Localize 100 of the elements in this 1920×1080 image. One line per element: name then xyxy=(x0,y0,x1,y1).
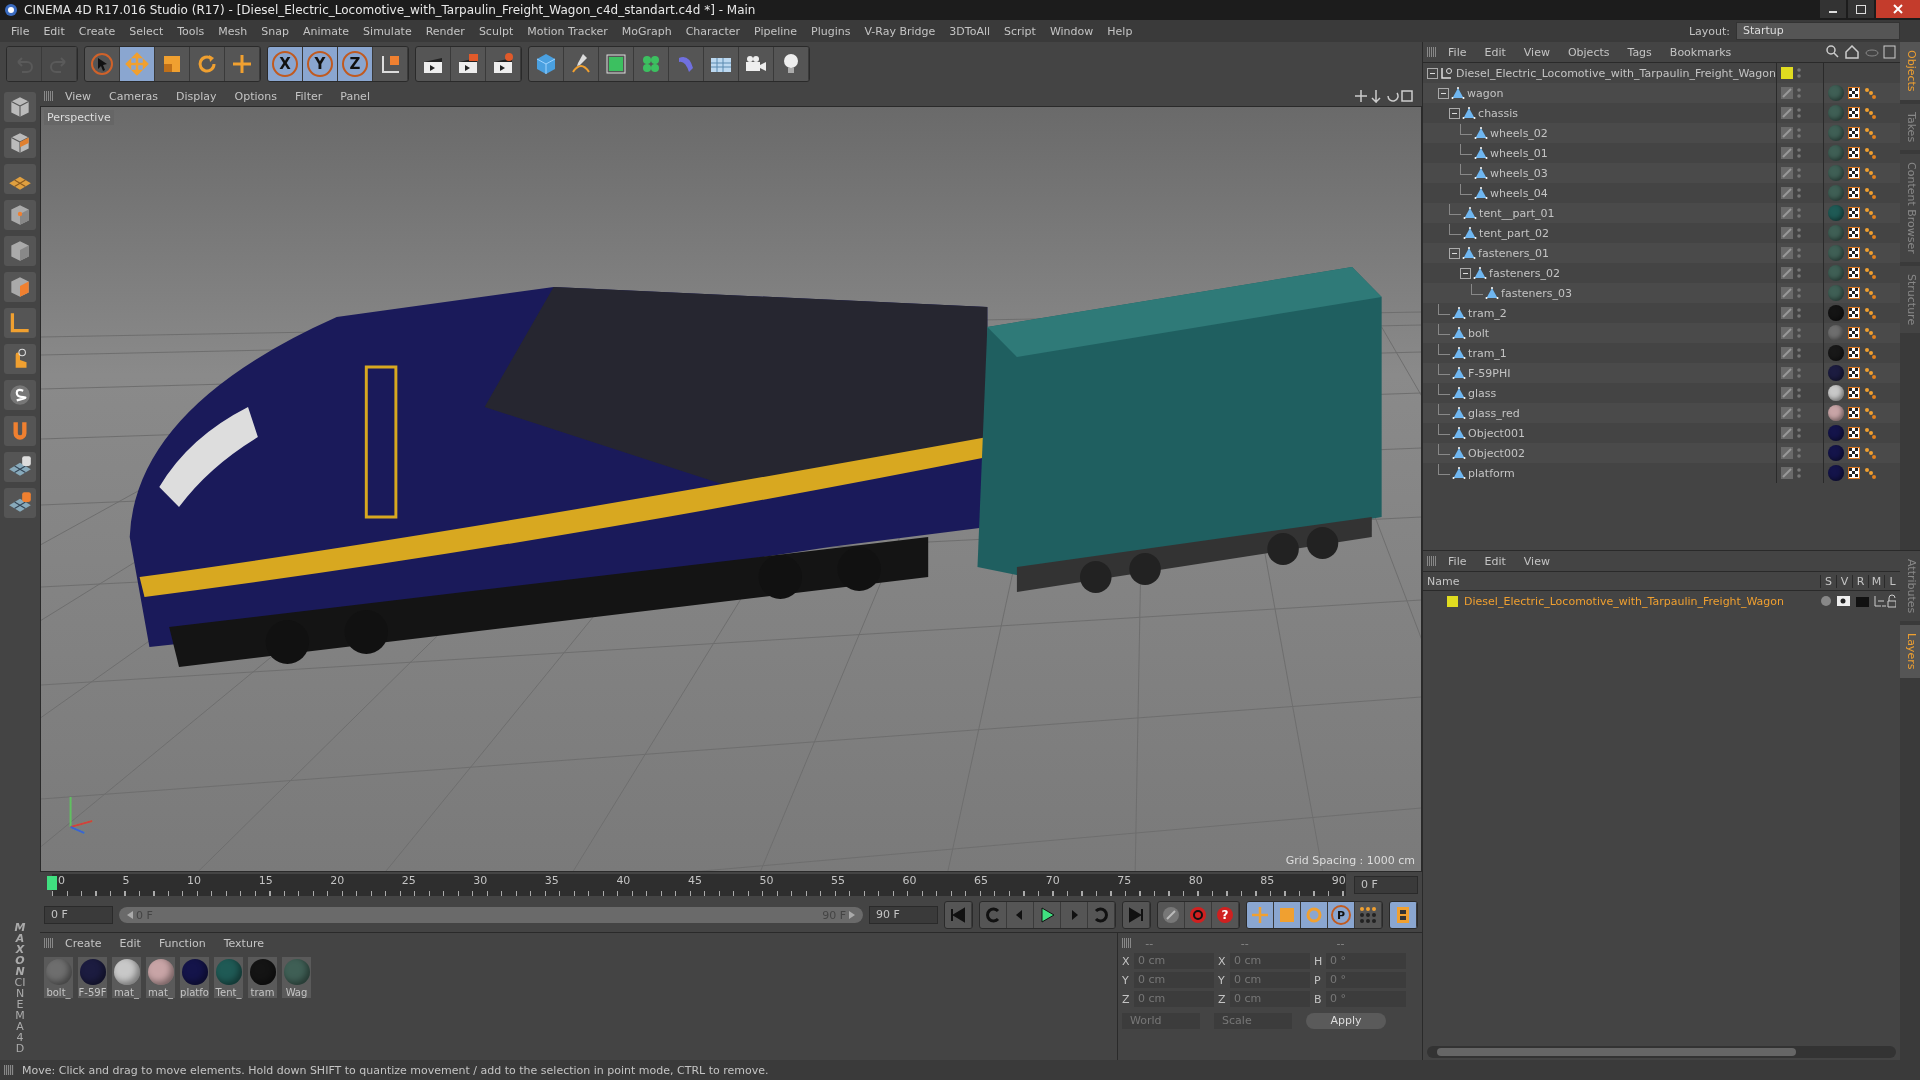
axis-lock-button[interactable]: Y xyxy=(303,47,338,81)
object-menu-item[interactable]: View xyxy=(1516,45,1557,59)
collapse-icon[interactable] xyxy=(1449,107,1461,119)
material-tag[interactable] xyxy=(1828,385,1844,401)
key-parameter-button[interactable]: P xyxy=(1328,902,1356,928)
viewport-menu-item[interactable]: Cameras xyxy=(102,89,165,103)
axis-lock-button[interactable]: Z xyxy=(338,47,373,81)
visibility-dots-icon[interactable] xyxy=(1797,147,1801,159)
edit-toggle-icon[interactable] xyxy=(1781,247,1793,259)
current-frame-field[interactable]: 0 F xyxy=(1354,876,1419,894)
material-swatch[interactable] xyxy=(113,959,140,985)
checker-tag-icon[interactable] xyxy=(1848,367,1860,379)
object-name[interactable]: fasteners_03 xyxy=(1501,286,1572,300)
menu-item[interactable]: Character xyxy=(678,24,747,38)
visibility-dots-icon[interactable] xyxy=(1797,227,1801,239)
checker-tag-icon[interactable] xyxy=(1848,447,1860,459)
dots-tag-icon[interactable] xyxy=(1864,347,1876,359)
material-swatch[interactable] xyxy=(79,959,106,985)
visibility-dots-icon[interactable] xyxy=(1797,127,1801,139)
snap-icon[interactable] xyxy=(4,380,36,410)
menu-item[interactable]: Help xyxy=(1100,24,1140,38)
visibility-dots-icon[interactable] xyxy=(1797,167,1801,179)
edit-toggle-icon[interactable] xyxy=(1781,267,1793,279)
apply-button[interactable]: Apply xyxy=(1306,1013,1387,1029)
grid-lock-icon[interactable] xyxy=(4,452,36,482)
move-icon[interactable] xyxy=(120,47,155,81)
end-frame-field[interactable]: 90 F xyxy=(869,906,939,924)
collapse-icon[interactable] xyxy=(1449,247,1461,259)
menu-item[interactable]: MoGraph xyxy=(614,24,679,38)
layout-dropdown[interactable]: Startup xyxy=(1736,22,1900,40)
menu-item[interactable]: 3DToAll xyxy=(942,24,997,38)
layer-menu-item[interactable]: View xyxy=(1516,554,1557,568)
edit-toggle-icon[interactable] xyxy=(1781,87,1793,99)
object-name[interactable]: wagon xyxy=(1467,86,1504,100)
material-menu-item[interactable]: Function xyxy=(151,936,213,950)
material-swatch[interactable] xyxy=(215,959,242,985)
object-name[interactable]: tent_part_02 xyxy=(1479,226,1549,240)
object-name[interactable]: Object001 xyxy=(1468,426,1525,440)
material-swatch[interactable] xyxy=(283,959,310,985)
object-name[interactable]: bolt xyxy=(1468,326,1490,340)
edit-toggle-icon[interactable] xyxy=(1781,447,1793,459)
material-swatch[interactable] xyxy=(181,959,208,985)
start-frame-field[interactable]: 0 F xyxy=(44,906,113,924)
axis-lock-button[interactable]: X xyxy=(268,47,303,81)
dots-tag-icon[interactable] xyxy=(1864,127,1876,139)
menu-item[interactable]: Select xyxy=(122,24,171,38)
dots-tag-icon[interactable] xyxy=(1864,147,1876,159)
dots-tag-icon[interactable] xyxy=(1864,227,1876,239)
menu-item[interactable]: Tools xyxy=(170,24,212,38)
visibility-dots-icon[interactable] xyxy=(1797,267,1801,279)
key-position-icon[interactable] xyxy=(1247,902,1275,928)
object-name[interactable]: fasteners_01 xyxy=(1478,246,1549,260)
material-swatch[interactable] xyxy=(249,959,276,985)
object-name[interactable]: platform xyxy=(1468,466,1515,480)
object-name[interactable]: wheels_01 xyxy=(1490,146,1548,160)
edit-toggle-icon[interactable] xyxy=(1781,467,1793,479)
object-menu-item[interactable]: File xyxy=(1441,45,1474,59)
layer-toggles-icon[interactable] xyxy=(1820,594,1896,608)
dots-tag-icon[interactable] xyxy=(1864,187,1876,199)
visibility-dots-icon[interactable] xyxy=(1797,247,1801,259)
menu-item[interactable]: Edit xyxy=(36,24,72,38)
tweak-icon[interactable] xyxy=(4,344,36,374)
menu-item[interactable]: Script xyxy=(997,24,1043,38)
viewport-menu-item[interactable]: Options xyxy=(227,89,284,103)
material-swatch[interactable] xyxy=(45,959,72,985)
edit-toggle-icon[interactable] xyxy=(1781,147,1793,159)
visibility-dots-icon[interactable] xyxy=(1797,207,1801,219)
checker-tag-icon[interactable] xyxy=(1848,107,1860,119)
object-menu-item[interactable]: Objects xyxy=(1560,45,1617,59)
object-name[interactable]: wheels_04 xyxy=(1490,186,1548,200)
edit-toggle-icon[interactable] xyxy=(1781,207,1793,219)
dots-tag-icon[interactable] xyxy=(1864,107,1876,119)
dots-tag-icon[interactable] xyxy=(1864,467,1876,479)
material-tag[interactable] xyxy=(1828,405,1844,421)
menu-item[interactable]: Create xyxy=(71,24,123,38)
checker-tag-icon[interactable] xyxy=(1848,387,1860,399)
menu-item[interactable]: Simulate xyxy=(356,24,419,38)
side-tab[interactable]: Objects xyxy=(1900,42,1920,100)
edit-toggle-icon[interactable] xyxy=(1781,307,1793,319)
layer-menu-item[interactable]: Edit xyxy=(1477,554,1513,568)
dots-tag-icon[interactable] xyxy=(1864,207,1876,219)
object-name[interactable]: tram_2 xyxy=(1468,306,1507,320)
object-name[interactable]: Diesel_Electric_Locomotive_with_Tarpaulin_Freight_Wagon xyxy=(1456,66,1776,80)
edit-toggle-icon[interactable] xyxy=(1781,327,1793,339)
menu-item[interactable]: Render xyxy=(418,24,472,38)
viewport[interactable]: Perspective Grid Spacing : 1000 cm xyxy=(40,106,1423,872)
visibility-dots-icon[interactable] xyxy=(1797,467,1801,479)
edit-toggle-icon[interactable] xyxy=(1781,127,1793,139)
checker-tag-icon[interactable] xyxy=(1848,87,1860,99)
menu-item[interactable]: Sculpt xyxy=(471,24,521,38)
visibility-dots-icon[interactable] xyxy=(1797,447,1801,459)
maximize-button[interactable] xyxy=(1848,0,1874,18)
panel-grip-icon[interactable] xyxy=(44,91,54,101)
object-name[interactable]: wheels_03 xyxy=(1490,166,1548,180)
edit-toggle-icon[interactable] xyxy=(1781,387,1793,399)
panel-grip-icon[interactable] xyxy=(44,938,54,948)
edit-toggle-icon[interactable] xyxy=(1781,227,1793,239)
dots-tag-icon[interactable] xyxy=(1864,327,1876,339)
dots-tag-icon[interactable] xyxy=(1864,407,1876,419)
dots-tag-icon[interactable] xyxy=(1864,367,1876,379)
